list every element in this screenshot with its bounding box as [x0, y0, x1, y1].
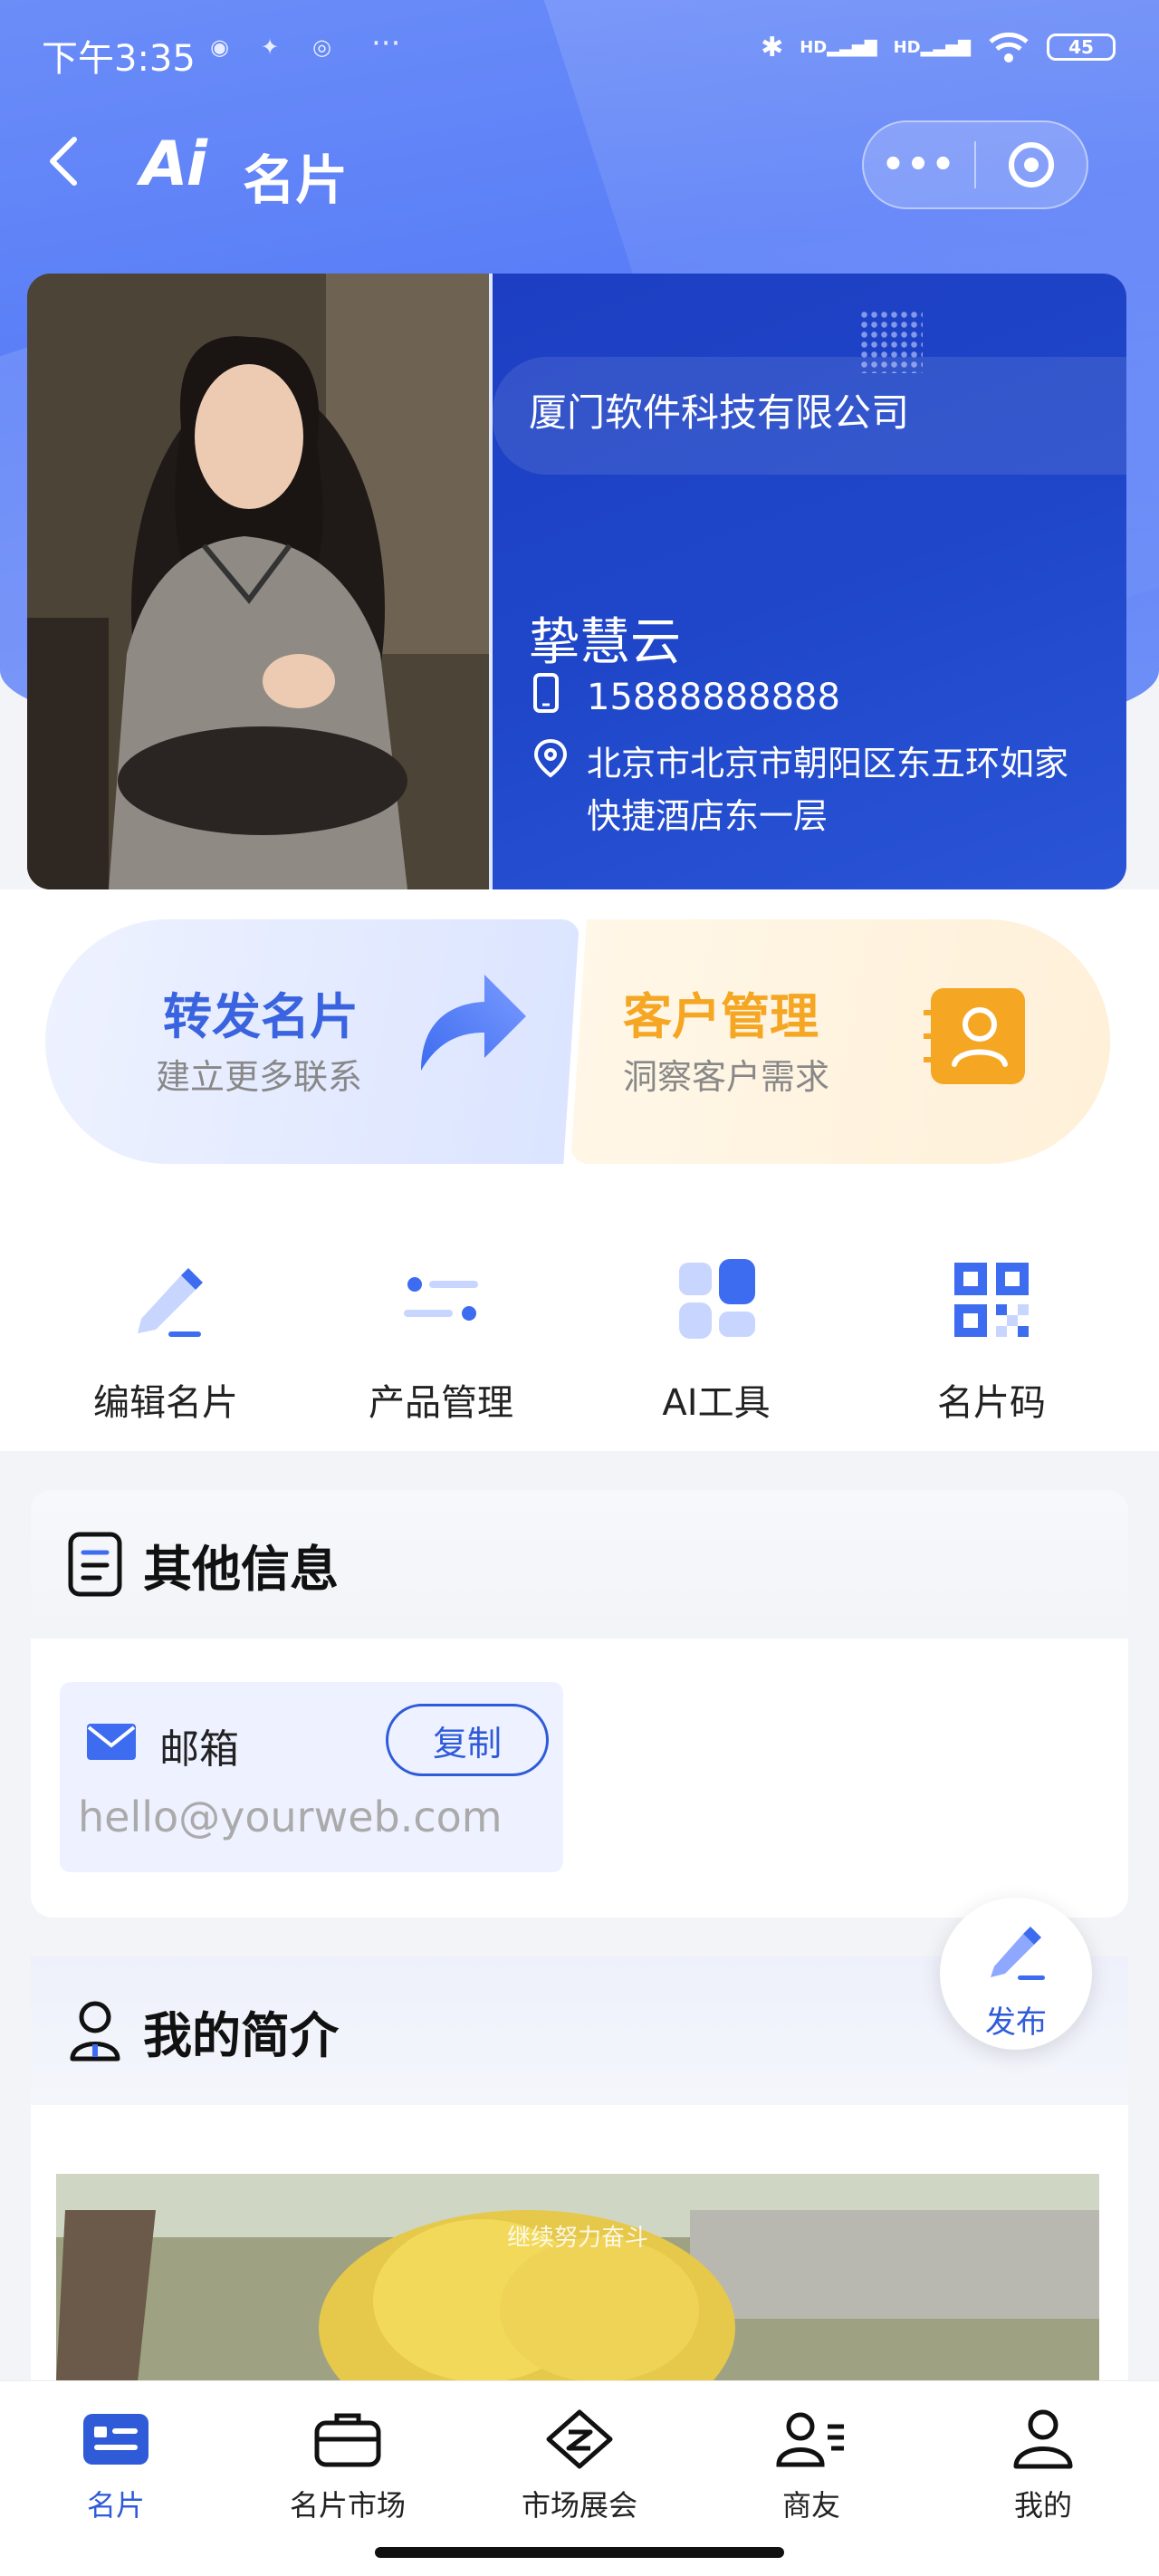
- tab-card-market-label: 名片市场: [289, 2488, 406, 2523]
- chevron-left-icon: [50, 137, 77, 186]
- home-indicator[interactable]: [375, 2547, 784, 2558]
- close-miniapp-button[interactable]: [976, 142, 1087, 187]
- phone-number: 15888888888: [587, 677, 840, 718]
- more-notifications-icon: ···: [371, 25, 401, 62]
- address-text: 北京市北京市朝阳区东五环如家快捷酒店东一层: [587, 744, 1069, 836]
- share-arrow-icon: [421, 975, 526, 1071]
- customer-management-title: 客户管理: [623, 988, 819, 1045]
- email-value: hello@yourweb.com: [78, 1793, 503, 1841]
- phone-row[interactable]: 15888888888: [532, 672, 840, 723]
- exhibition-icon: [546, 2409, 613, 2469]
- quick-label-edit: 编辑名片: [93, 1382, 238, 1424]
- copy-email-button[interactable]: 复制: [386, 1704, 549, 1776]
- tab-contacts-label: 商友: [781, 2488, 840, 2523]
- intro-image-caption: 继续努力奋斗: [506, 2225, 648, 2252]
- tab-card-market[interactable]: 名片市场: [232, 2408, 464, 2524]
- intro-title: 我的简介: [143, 2006, 339, 2064]
- tab-mine[interactable]: 我的: [927, 2408, 1159, 2524]
- publish-label: 发布: [985, 2004, 1047, 2041]
- tab-mine-label: 我的: [1013, 2488, 1072, 2523]
- wifi-icon: [989, 32, 1029, 62]
- tab-card-label: 名片: [86, 2488, 145, 2523]
- ai-tools-button[interactable]: AI工具: [603, 1250, 829, 1426]
- quick-label-ai: AI工具: [662, 1382, 771, 1424]
- publish-button[interactable]: 发布: [940, 1898, 1092, 2050]
- pen-icon: [991, 1927, 1045, 1980]
- status-bar: 下午3:35 ◉ ✦ ◎ ··· ✱ HD▂▃▅▇ HD▂▃▅▇ 45: [0, 0, 1159, 100]
- ginkgo-photo: [56, 2174, 1099, 2382]
- person-icon: [70, 2001, 120, 2062]
- battery-indicator: 45: [1047, 34, 1116, 61]
- status-time: 下午3:35: [42, 38, 196, 80]
- forward-card-title: 转发名片: [163, 988, 359, 1045]
- product-list-icon: [404, 1277, 478, 1321]
- card-icon: [83, 2414, 148, 2465]
- location-pin-icon: [533, 738, 568, 778]
- card-details: 厦门软件科技有限公司 挚慧云 15888888888 北京市北京市朝阳区东五环如…: [489, 274, 1126, 889]
- notification-icon: ◉: [210, 34, 229, 60]
- edit-card-button[interactable]: 编辑名片: [53, 1250, 279, 1426]
- status-indicators: ✱ HD▂▃▅▇ HD▂▃▅▇ 45: [761, 31, 1116, 63]
- portrait-illustration: [27, 274, 489, 889]
- mail-icon: [87, 1724, 136, 1760]
- briefcase-icon: [314, 2413, 381, 2467]
- company-name: 厦门软件科技有限公司: [529, 390, 910, 435]
- other-info-section: 其他信息 邮箱 复制 hello@yourweb.com: [31, 1490, 1128, 1918]
- contact-book-icon: [924, 988, 1025, 1084]
- quick-label-product: 产品管理: [369, 1382, 513, 1424]
- card-qr-button[interactable]: 名片码: [878, 1250, 1105, 1426]
- product-management-button[interactable]: 产品管理: [328, 1250, 554, 1426]
- decor-dots: [859, 310, 923, 373]
- tab-exhibition-label: 市场展会: [521, 2488, 637, 2523]
- tab-contacts[interactable]: 商友: [695, 2408, 927, 2524]
- back-button[interactable]: [45, 134, 81, 197]
- forward-card-subtitle: 建立更多联系: [156, 1057, 363, 1097]
- tab-exhibition[interactable]: 市场展会: [464, 2408, 695, 2524]
- edit-icon: [138, 1268, 203, 1337]
- quick-label-qr: 名片码: [937, 1382, 1046, 1424]
- business-card[interactable]: 厦门软件科技有限公司 挚慧云 15888888888 北京市北京市朝阳区东五环如…: [27, 274, 1126, 889]
- other-info-header: 其他信息: [31, 1490, 1128, 1639]
- intro-image[interactable]: 继续努力奋斗: [56, 2174, 1099, 2382]
- tab-card[interactable]: 名片: [0, 2408, 232, 2524]
- profile-photo: [27, 274, 489, 889]
- email-card: 邮箱 复制 hello@yourweb.com: [60, 1682, 563, 1872]
- email-label: 邮箱: [159, 1726, 239, 1773]
- miniapp-capsule: •••: [862, 120, 1088, 209]
- weibo-icon: ✦: [261, 34, 280, 60]
- target-icon: [1009, 142, 1054, 187]
- profile-icon: [1013, 2409, 1073, 2469]
- document-icon: [68, 1532, 122, 1597]
- qr-code-icon: [954, 1263, 1029, 1337]
- address-row[interactable]: 北京市北京市朝阳区东五环如家快捷酒店东一层: [532, 737, 1085, 842]
- contacts-icon: [776, 2412, 844, 2467]
- more-menu-button[interactable]: •••: [864, 144, 974, 186]
- signal-icon: HD▂▃▅▇: [800, 37, 877, 57]
- page-title: 名片: [243, 149, 349, 211]
- bluetooth-icon: ✱: [761, 31, 784, 63]
- phone-icon: [533, 673, 559, 713]
- signal-icon-2: HD▂▃▅▇: [893, 37, 971, 57]
- eye-icon: ◎: [312, 34, 331, 60]
- person-name: 挚慧云: [529, 613, 681, 672]
- app-logo: Ai: [140, 129, 207, 200]
- ai-tools-icon: [679, 1259, 755, 1339]
- other-info-title: 其他信息: [143, 1540, 339, 1598]
- customer-management-subtitle: 洞察客户需求: [623, 1057, 830, 1097]
